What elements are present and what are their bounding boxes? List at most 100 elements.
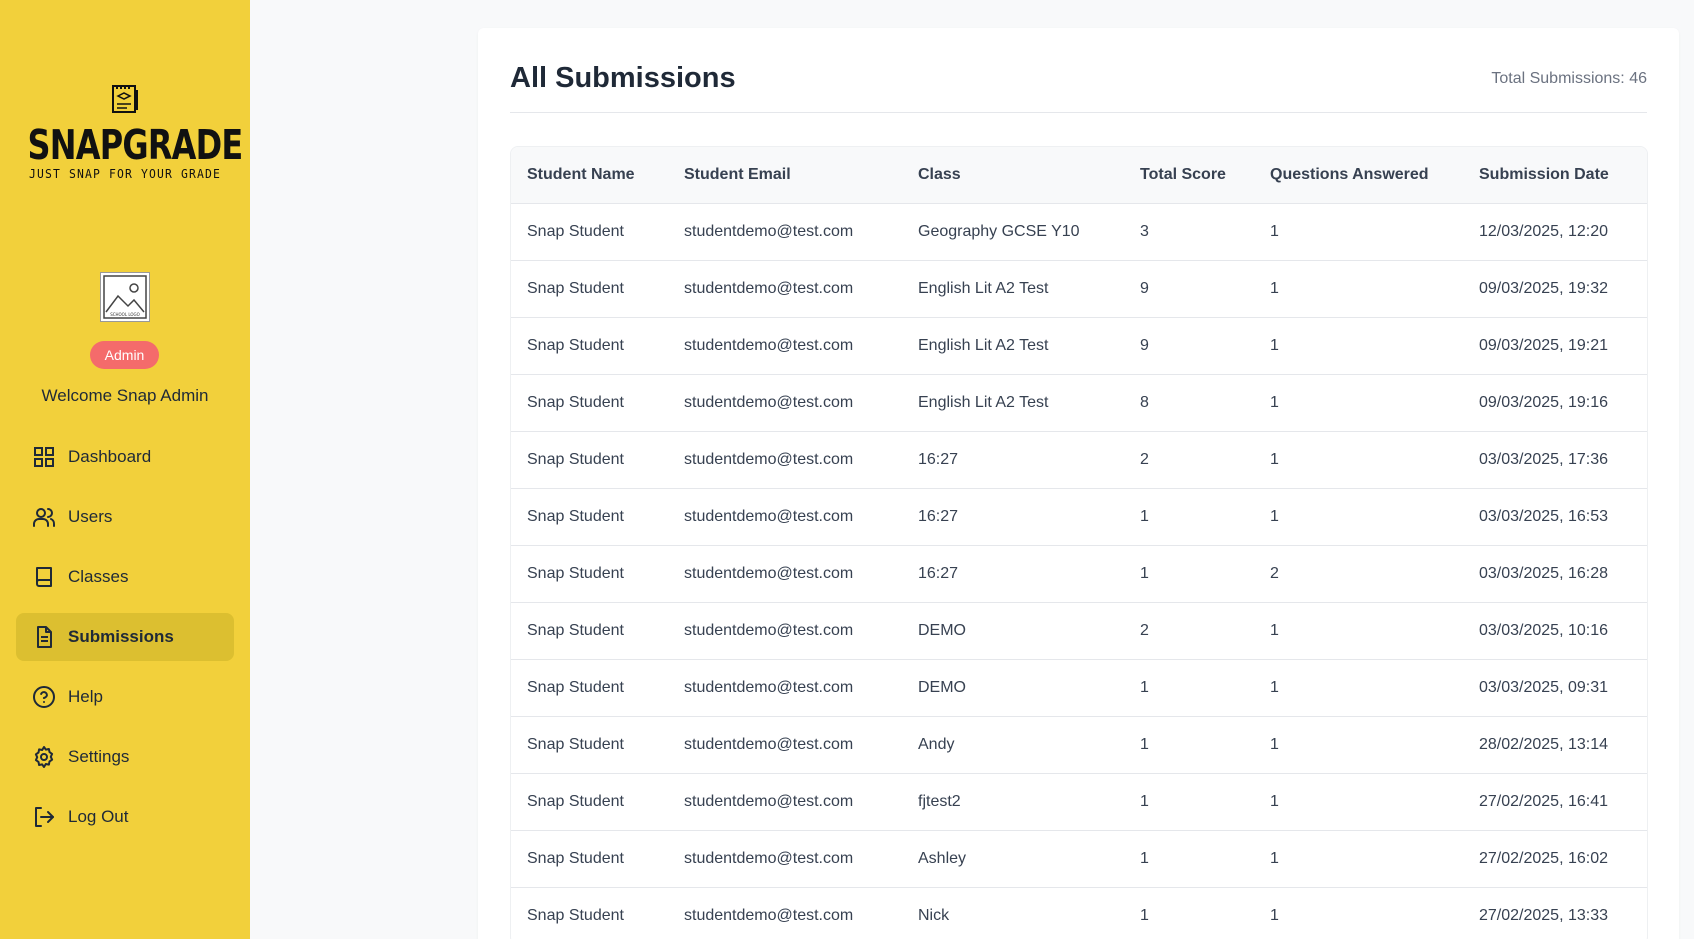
- welcome-text: Welcome Snap Admin: [41, 386, 209, 405]
- table-header-row: Student Name Student Email Class Total S…: [511, 147, 1647, 203]
- submission-date-cell: 03/03/2025, 16:28: [1479, 564, 1609, 582]
- school-logo-text: SCHOOL LOGO: [110, 312, 140, 317]
- total-score-cell: 2: [1140, 621, 1149, 639]
- class-cell: Nick: [918, 906, 950, 924]
- questions-answered-cell: 1: [1270, 849, 1279, 867]
- sidebar-item-label: Classes: [68, 567, 129, 586]
- sidebar-item-help[interactable]: Help: [16, 673, 234, 721]
- table-row[interactable]: Snap Student studentdemo@test.com English …: [511, 260, 1647, 317]
- student-name-cell: Snap Student: [527, 336, 624, 354]
- brand-tagline: JUST SNAP FOR YOUR GRADE: [28, 167, 222, 181]
- sidebar-item-label: Log Out: [68, 807, 129, 826]
- table-row[interactable]: Snap Student studentdemo@test.com Geograph…: [511, 203, 1647, 260]
- total-score-cell: 1: [1140, 564, 1149, 582]
- submissions-table: Student Name Student Email Class Total S…: [510, 146, 1648, 939]
- column-header-total-score[interactable]: Total Score: [1124, 147, 1254, 203]
- table-row[interactable]: Snap Student studentdemo@test.com DEMO 2 1 03…: [511, 602, 1647, 659]
- submission-date-cell: 03/03/2025, 09:31: [1479, 678, 1609, 696]
- student-name-cell: Snap Student: [527, 507, 624, 525]
- column-header-student-name[interactable]: Student Name: [511, 147, 668, 203]
- student-name-cell: Snap Student: [527, 279, 624, 297]
- sidebar: SNAPGRADE JUST SNAP FOR YOUR GRADE SCHOO…: [0, 0, 250, 939]
- snapgrade-logo-icon: [112, 85, 138, 113]
- class-cell: 16:27: [918, 450, 959, 468]
- student-name-cell: Snap Student: [527, 621, 624, 639]
- student-name-cell: Snap Student: [527, 849, 624, 867]
- table-row[interactable]: Snap Student studentdemo@test.com 16:27 1 2 0…: [511, 545, 1647, 602]
- total-score-cell: 2: [1140, 450, 1149, 468]
- column-header-class[interactable]: Class: [902, 147, 1124, 203]
- submission-date-cell: 03/03/2025, 10:16: [1479, 621, 1609, 639]
- submissions-card: All Submissions Total Submissions: 46 St…: [478, 28, 1679, 939]
- logout-icon: [35, 807, 54, 827]
- total-score-cell: 9: [1140, 336, 1149, 354]
- table-row[interactable]: Snap Student studentdemo@test.com English …: [511, 374, 1647, 431]
- sidebar-item-users[interactable]: Users: [16, 493, 234, 541]
- submission-date-cell: 27/02/2025, 16:02: [1479, 849, 1609, 867]
- sidebar-item-label: Dashboard: [68, 447, 152, 466]
- submission-date-cell: 03/03/2025, 16:53: [1479, 507, 1609, 525]
- dashboard-grid-icon: [34, 447, 54, 467]
- divider: [510, 112, 1647, 113]
- table-row[interactable]: Snap Student studentdemo@test.com 16:27 2 1 0…: [511, 431, 1647, 488]
- student-name-cell: Snap Student: [527, 450, 624, 468]
- class-cell: English Lit A2 Test: [918, 336, 1049, 354]
- column-header-submission-date[interactable]: Submission Date: [1463, 147, 1647, 203]
- sidebar-item-classes[interactable]: Classes: [16, 553, 234, 601]
- book-icon: [36, 567, 52, 587]
- column-header-student-email[interactable]: Student Email: [668, 147, 902, 203]
- sidebar-item-logout[interactable]: Log Out: [16, 793, 234, 841]
- student-email-cell: studentdemo@test.com: [684, 792, 854, 810]
- submission-date-cell: 12/03/2025, 12:20: [1479, 222, 1609, 240]
- class-cell: Ashley: [918, 849, 967, 867]
- table-row[interactable]: Snap Student studentdemo@test.com English …: [511, 317, 1647, 374]
- student-email-cell: studentdemo@test.com: [684, 222, 854, 240]
- brand-logo[interactable]: SNAPGRADE JUST SNAP FOR YOUR GRADE: [0, 82, 250, 181]
- sidebar-item-dashboard[interactable]: Dashboard: [16, 433, 234, 481]
- table-row[interactable]: Snap Student studentdemo@test.com Nick 1 1 27…: [511, 887, 1647, 939]
- class-cell: English Lit A2 Test: [918, 279, 1049, 297]
- sidebar-nav: Dashboard Users Classes Submissions Help…: [16, 433, 234, 853]
- role-badge: Admin: [90, 341, 159, 369]
- submission-date-cell: 09/03/2025, 19:21: [1479, 336, 1609, 354]
- total-score-cell: 1: [1140, 678, 1149, 696]
- questions-answered-cell: 2: [1270, 564, 1279, 582]
- table-row[interactable]: Snap Student studentdemo@test.com fjtest2 1…: [511, 773, 1647, 830]
- total-score-cell: 1: [1140, 507, 1149, 525]
- total-score-cell: 1: [1140, 906, 1149, 924]
- class-cell: 16:27: [918, 507, 959, 525]
- student-email-cell: studentdemo@test.com: [684, 621, 854, 639]
- student-email-cell: studentdemo@test.com: [684, 849, 854, 867]
- table-row[interactable]: Snap Student studentdemo@test.com Ashley 1 1…: [511, 830, 1647, 887]
- total-score-cell: 9: [1140, 279, 1149, 297]
- class-cell: fjtest2: [918, 792, 961, 810]
- questions-answered-cell: 1: [1270, 906, 1279, 924]
- column-header-questions-answered[interactable]: Questions Answered: [1254, 147, 1463, 203]
- class-cell: English Lit A2 Test: [918, 393, 1049, 411]
- sidebar-item-label: Users: [68, 507, 113, 526]
- users-icon: [33, 508, 55, 527]
- total-submissions-count: Total Submissions: 46: [1491, 70, 1647, 87]
- questions-answered-cell: 1: [1270, 735, 1279, 753]
- sidebar-item-label: Help: [68, 687, 103, 706]
- student-email-cell: studentdemo@test.com: [684, 279, 854, 297]
- sidebar-item-submissions[interactable]: Submissions: [16, 613, 234, 661]
- student-name-cell: Snap Student: [527, 735, 624, 753]
- student-email-cell: studentdemo@test.com: [684, 336, 854, 354]
- student-email-cell: studentdemo@test.com: [684, 507, 854, 525]
- table-row[interactable]: Snap Student studentdemo@test.com Andy 1 1 28…: [511, 716, 1647, 773]
- submission-date-cell: 09/03/2025, 19:16: [1479, 393, 1609, 411]
- help-circle-icon: [33, 686, 55, 708]
- questions-answered-cell: 1: [1270, 450, 1279, 468]
- sidebar-item-settings[interactable]: Settings: [16, 733, 234, 781]
- sidebar-item-label: Settings: [68, 747, 130, 766]
- table-row[interactable]: Snap Student studentdemo@test.com DEMO 1 1 03…: [511, 659, 1647, 716]
- student-name-cell: Snap Student: [527, 222, 624, 240]
- class-cell: Geography GCSE Y10: [918, 222, 1080, 240]
- image-placeholder-icon: SCHOOL LOGO: [103, 275, 147, 319]
- table-row[interactable]: Snap Student studentdemo@test.com 16:27 1 1 0…: [511, 488, 1647, 545]
- questions-answered-cell: 1: [1270, 393, 1279, 411]
- student-email-cell: studentdemo@test.com: [684, 564, 854, 582]
- class-cell: 16:27: [918, 564, 959, 582]
- student-name-cell: Snap Student: [527, 564, 624, 582]
